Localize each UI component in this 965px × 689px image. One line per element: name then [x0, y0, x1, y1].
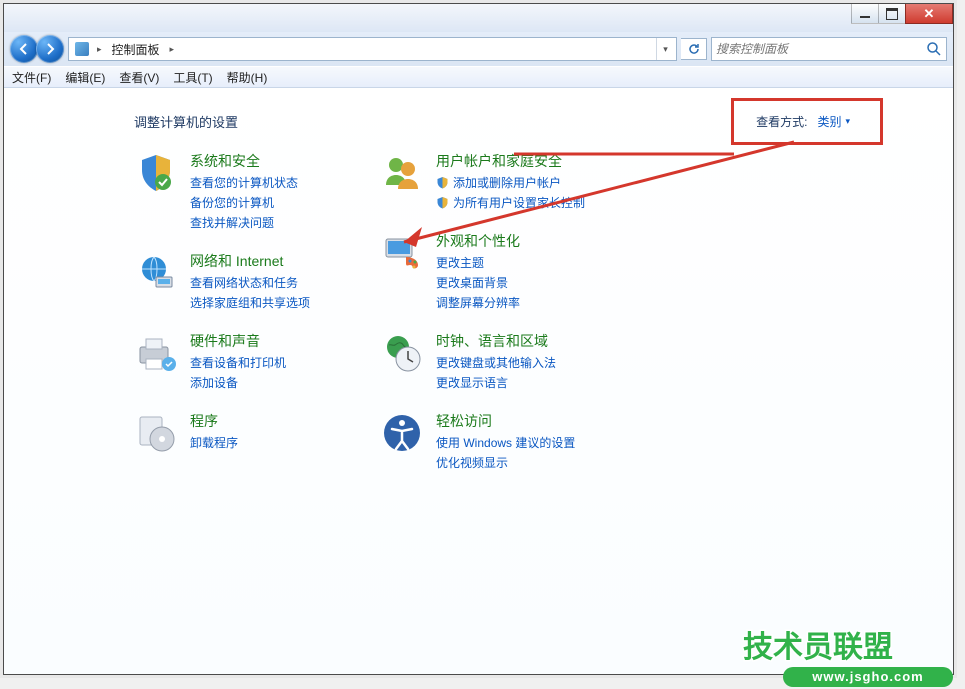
category-user-accounts: 用户帐户和家庭安全 添加或删除用户帐户 为所有用户设置家长控制	[380, 151, 585, 211]
category-link[interactable]: 备份您的计算机	[190, 194, 298, 211]
category-link[interactable]: 更改主题	[436, 254, 520, 271]
uac-shield-icon	[436, 176, 449, 189]
menu-help[interactable]: 帮助(H)	[227, 69, 268, 86]
category-link[interactable]: 更改显示语言	[436, 374, 556, 391]
control-panel-window: ✕ ▸ 控制面板 ▸ ▾ 文件(F) 编辑(E)	[3, 3, 954, 675]
category-programs: 程序 卸载程序	[134, 411, 310, 455]
category-appearance: 外观和个性化 更改主题 更改桌面背景 调整屏幕分辨率	[380, 231, 585, 311]
monitor-palette-icon	[380, 231, 424, 275]
disc-box-icon	[134, 411, 178, 455]
category-link[interactable]: 为所有用户设置家长控制	[436, 194, 585, 211]
category-title[interactable]: 网络和 Internet	[190, 251, 310, 271]
category-title[interactable]: 用户帐户和家庭安全	[436, 151, 585, 171]
refresh-icon	[687, 42, 701, 56]
search-box[interactable]	[711, 37, 947, 61]
search-icon	[926, 41, 942, 57]
right-column: 用户帐户和家庭安全 添加或删除用户帐户 为所有用户设置家长控制	[380, 151, 585, 471]
menu-file[interactable]: 文件(F)	[12, 69, 51, 86]
clock-globe-icon	[380, 331, 424, 375]
shield-icon	[134, 151, 178, 195]
category-network: 网络和 Internet 查看网络状态和任务 选择家庭组和共享选项	[134, 251, 310, 311]
category-title[interactable]: 时钟、语言和区域	[436, 331, 556, 351]
menu-bar: 文件(F) 编辑(E) 查看(V) 工具(T) 帮助(H)	[4, 66, 953, 88]
category-link[interactable]: 调整屏幕分辨率	[436, 294, 520, 311]
chevron-down-icon: ▾	[845, 116, 850, 127]
category-title[interactable]: 系统和安全	[190, 151, 298, 171]
category-system-security: 系统和安全 查看您的计算机状态 备份您的计算机 查找并解决问题	[134, 151, 310, 231]
category-title[interactable]: 程序	[190, 411, 238, 431]
arrow-left-icon	[17, 42, 31, 56]
category-link[interactable]: 查看网络状态和任务	[190, 274, 310, 291]
menu-edit[interactable]: 编辑(E)	[65, 69, 105, 86]
nav-toolbar: ▸ 控制面板 ▸ ▾	[4, 32, 953, 66]
arrow-right-icon	[43, 42, 57, 56]
accessibility-icon	[380, 411, 424, 455]
address-dropdown-button[interactable]: ▾	[656, 38, 674, 60]
titlebar: ✕	[4, 4, 953, 32]
forward-button[interactable]	[36, 35, 64, 63]
uac-shield-icon	[436, 196, 449, 209]
category-link[interactable]: 添加或删除用户帐户	[436, 174, 585, 191]
category-link[interactable]: 选择家庭组和共享选项	[190, 294, 310, 311]
content-area: 调整计算机的设置 查看方式: 类别 ▾ 系统和安全 查看您的计算机状态 备份您的	[4, 88, 953, 674]
category-link[interactable]: 更改桌面背景	[436, 274, 520, 291]
category-link[interactable]: 更改键盘或其他输入法	[436, 354, 556, 371]
category-ease-of-access: 轻松访问 使用 Windows 建议的设置 优化视频显示	[380, 411, 585, 471]
viewby-label: 查看方式:	[756, 113, 807, 130]
globe-network-icon	[134, 251, 178, 295]
category-title[interactable]: 硬件和声音	[190, 331, 286, 351]
category-link[interactable]: 查看您的计算机状态	[190, 174, 298, 191]
category-link[interactable]: 使用 Windows 建议的设置	[436, 434, 575, 451]
category-clock: 时钟、语言和区域 更改键盘或其他输入法 更改显示语言	[380, 331, 585, 391]
search-input[interactable]	[716, 42, 926, 56]
back-button[interactable]	[10, 35, 38, 63]
refresh-button[interactable]	[681, 38, 707, 60]
viewby-highlight: 查看方式: 类别 ▾	[731, 98, 883, 145]
users-icon	[380, 151, 424, 195]
breadcrumb-sep-icon: ▸	[93, 44, 106, 55]
category-title[interactable]: 外观和个性化	[436, 231, 520, 251]
printer-icon	[134, 331, 178, 375]
address-bar[interactable]: ▸ 控制面板 ▸ ▾	[68, 37, 677, 61]
menu-tools[interactable]: 工具(T)	[173, 69, 212, 86]
category-hardware: 硬件和声音 查看设备和打印机 添加设备	[134, 331, 310, 391]
category-link[interactable]: 优化视频显示	[436, 454, 575, 471]
category-link[interactable]: 卸载程序	[190, 434, 238, 451]
category-link[interactable]: 查看设备和打印机	[190, 354, 286, 371]
category-title[interactable]: 轻松访问	[436, 411, 575, 431]
control-panel-icon	[73, 40, 91, 58]
breadcrumb-item[interactable]: 控制面板	[106, 41, 166, 58]
close-button[interactable]: ✕	[905, 4, 953, 24]
left-column: 系统和安全 查看您的计算机状态 备份您的计算机 查找并解决问题 网络和 Inte…	[134, 151, 310, 471]
minimize-button[interactable]	[851, 4, 879, 24]
maximize-button[interactable]	[878, 4, 906, 24]
category-link[interactable]: 查找并解决问题	[190, 214, 298, 231]
viewby-dropdown[interactable]: 类别 ▾	[817, 113, 850, 130]
menu-view[interactable]: 查看(V)	[119, 69, 159, 86]
category-link[interactable]: 添加设备	[190, 374, 286, 391]
breadcrumb-sep-icon: ▸	[166, 44, 179, 55]
